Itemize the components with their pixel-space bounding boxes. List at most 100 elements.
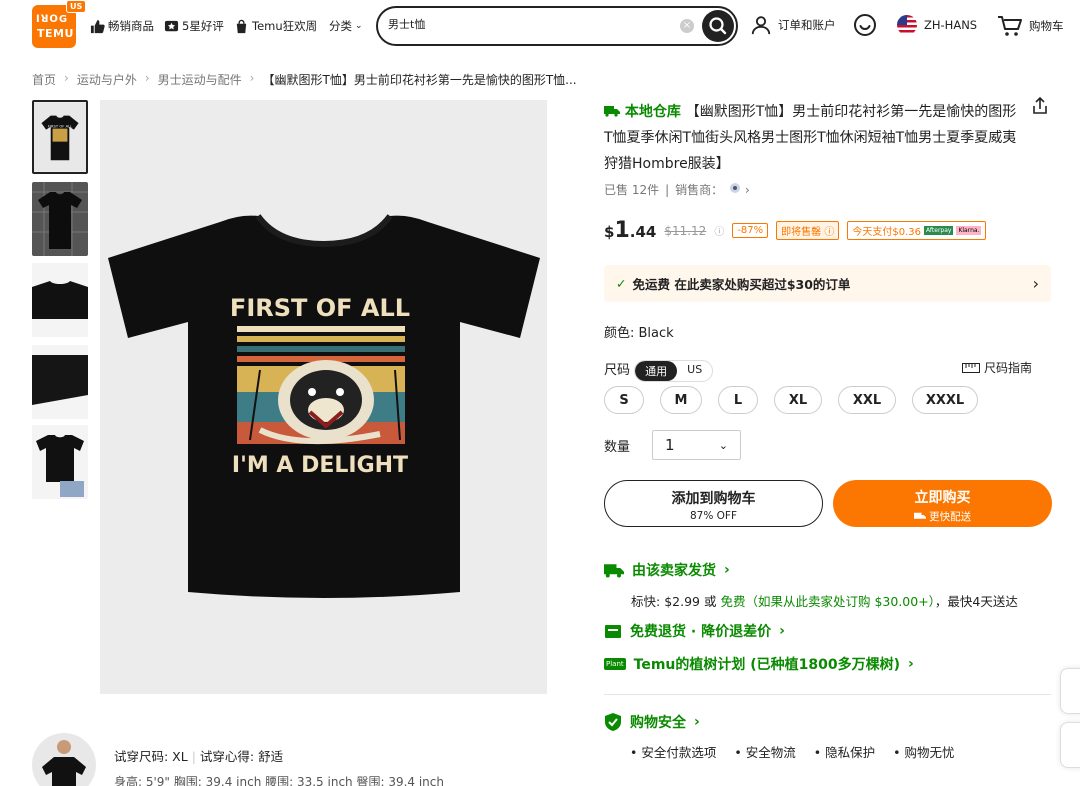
size-guide-link[interactable]: 尺码指南: [962, 359, 1032, 376]
original-price: $11.12: [664, 223, 707, 238]
size-option-m[interactable]: M: [660, 386, 702, 414]
size-option-s[interactable]: S: [604, 386, 644, 414]
floating-side-tab[interactable]: [1060, 668, 1080, 714]
free-shipping-banner[interactable]: ✓ 免运费 在此卖家处购买超过$30的订单 ›: [604, 265, 1051, 302]
safety-item: • 安全付款选项: [630, 745, 717, 760]
truck-icon: [604, 106, 620, 117]
main-product-image[interactable]: FIRST OF ALL I'M A DELIGHT: [100, 100, 547, 694]
search-bar: ×: [376, 6, 738, 46]
size-system-universal[interactable]: 通用: [635, 360, 678, 381]
us-flag-icon: [897, 15, 917, 35]
add-to-cart-button[interactable]: 添加到购物车 87% OFF: [604, 480, 823, 527]
truck-icon: [913, 512, 926, 519]
size-options: S M L XL XXL XXXL: [604, 386, 978, 414]
nav-bestsellers[interactable]: 畅销商品: [90, 18, 154, 34]
size-option-xl[interactable]: XL: [774, 386, 822, 414]
shopping-safety-link[interactable]: 购物安全 ›: [604, 712, 700, 732]
seller-shipping-link[interactable]: 由该卖家发货 ›: [604, 560, 730, 580]
breadcrumb-mens-sports[interactable]: 男士运动与配件: [158, 71, 242, 88]
pay-today-badge[interactable]: 今天支付$0.36 Afterpay Klarna.: [847, 221, 987, 240]
size-system-us[interactable]: US: [677, 361, 712, 381]
sales-info: 已售 12件 | 销售商： ›: [604, 182, 750, 198]
thumbnail-1[interactable]: FIRST OF ALL: [32, 100, 88, 174]
nav-carnival-week[interactable]: Temu狂欢周: [234, 18, 317, 34]
quantity-row: 数量 1 ⌄: [604, 430, 742, 460]
svg-text:FIRST OF ALL: FIRST OF ALL: [48, 125, 73, 129]
tshirt-plaid-thumbnail-image: [32, 182, 88, 256]
safety-item: • 隐私保护: [813, 745, 876, 760]
clear-search-icon[interactable]: ×: [680, 19, 694, 33]
floating-side-tab[interactable]: [1060, 722, 1080, 768]
tshirt-flat-thumbnail-image: [32, 263, 88, 337]
thumbnail-5[interactable]: [32, 425, 88, 499]
breadcrumb-current: 【幽默图形T恤】男士前印花衬衫第一先是愉快的图形T恤...: [262, 73, 577, 87]
search-button[interactable]: [702, 10, 734, 42]
sold-count: 已售 12件: [604, 183, 660, 197]
user-icon: [751, 16, 771, 35]
quantity-select[interactable]: 1 ⌄: [652, 430, 742, 460]
thumbnail-4[interactable]: [32, 345, 88, 419]
header: ꓲꓤꓳG TEMU US 畅销商品 5星好评 Temu狂欢周 分类 ⌄ × 订单…: [0, 0, 1080, 52]
language-selector[interactable]: ZH-HANS: [896, 14, 977, 36]
account-menu[interactable]: 订单和账户: [750, 14, 836, 36]
size-option-xxxl[interactable]: XXXL: [912, 386, 978, 414]
almost-sold-out-badge: 即将售罄 ⓘ: [776, 221, 840, 240]
search-input[interactable]: [388, 17, 678, 30]
return-box-icon: [605, 625, 621, 638]
chevron-right-icon: ›: [908, 656, 914, 672]
standard-shipping-info: 标快: $2.99 或 免费（如果从此卖家处订购 $30.00+），最快4天送达: [631, 594, 1018, 609]
share-icon: [1033, 96, 1047, 114]
breadcrumb: 首页 › 运动与户外 › 男士运动与配件 › 【幽默图形T恤】男士前印花衬衫第一先是愉…: [32, 71, 577, 88]
thumbs-up-icon: [90, 19, 105, 33]
plant-tag-icon: Plant: [604, 658, 626, 670]
chevron-right-icon: ›: [744, 183, 750, 197]
breadcrumb-home[interactable]: 首页: [32, 71, 56, 88]
breadcrumb-sports[interactable]: 运动与户外: [77, 71, 137, 88]
model-image: [42, 740, 86, 786]
afterpay-logo: Afterpay: [924, 226, 954, 235]
buy-now-button[interactable]: 立即购买 更快配送: [833, 480, 1052, 527]
share-button[interactable]: [1030, 96, 1050, 116]
free-returns-link[interactable]: 免费退货 · 降价退差价 ›: [604, 621, 785, 641]
thumbnail-3[interactable]: [32, 263, 88, 337]
tshirt-detail-thumbnail-image: [32, 345, 88, 419]
price-row: $1.44 $11.12 ⓘ -87% 即将售罄 ⓘ 今天支付$0.36 Aft…: [604, 218, 987, 243]
seller-link[interactable]: ›: [729, 182, 750, 197]
shield-icon: [605, 713, 621, 731]
chevron-right-icon: ›: [694, 714, 700, 730]
safety-item: • 购物无忧: [893, 745, 955, 760]
support-button[interactable]: [853, 13, 877, 37]
shopping-bag-icon: [236, 19, 247, 33]
search-icon: [709, 17, 727, 35]
color-label: 颜色: Black: [604, 326, 674, 341]
model-measurements: 身高: 5'9" 胸围: 39.4 inch 腰围: 33.5 inch 臀围:…: [114, 775, 444, 786]
safety-item: • 安全物流: [734, 745, 796, 760]
ruler-icon: [962, 362, 980, 373]
seller-avatar-icon: [730, 183, 741, 193]
local-warehouse-tag: 本地仓库: [604, 104, 686, 120]
smiley-chat-icon: [854, 14, 876, 36]
chevron-right-icon: ›: [779, 623, 785, 639]
klarna-logo: Klarna.: [956, 226, 982, 235]
nav-categories[interactable]: 分类 ⌄: [329, 18, 363, 34]
nav-five-star[interactable]: 5星好评: [164, 18, 224, 34]
chevron-down-icon: ⌄: [718, 438, 729, 452]
tshirt-thumbnail-image: FIRST OF ALL: [34, 102, 86, 172]
star-review-icon: [164, 20, 179, 31]
region-badge: US: [66, 0, 87, 13]
size-option-xxl[interactable]: XXL: [838, 386, 896, 414]
tree-planting-link[interactable]: Plant Temu的植树计划 (已种植1800多万棵树) ›: [604, 654, 914, 674]
chevron-right-icon: ›: [724, 562, 730, 578]
check-icon: ✓: [616, 276, 627, 291]
chevron-down-icon: ⌄: [355, 21, 363, 31]
model-avatar: [32, 733, 96, 786]
size-option-l[interactable]: L: [718, 386, 758, 414]
info-icon[interactable]: ⓘ: [714, 223, 724, 238]
thumbnail-2[interactable]: [32, 182, 88, 256]
size-system-toggle[interactable]: 通用 US: [634, 359, 714, 382]
shirt-graphic-bottom-text: I'M A DELIGHT: [232, 453, 408, 478]
shirt-graphic-top-text: FIRST OF ALL: [230, 294, 410, 322]
discount-badge: -87%: [732, 223, 769, 238]
divider: [604, 694, 1051, 695]
cart-button[interactable]: 购物车: [997, 14, 1064, 38]
